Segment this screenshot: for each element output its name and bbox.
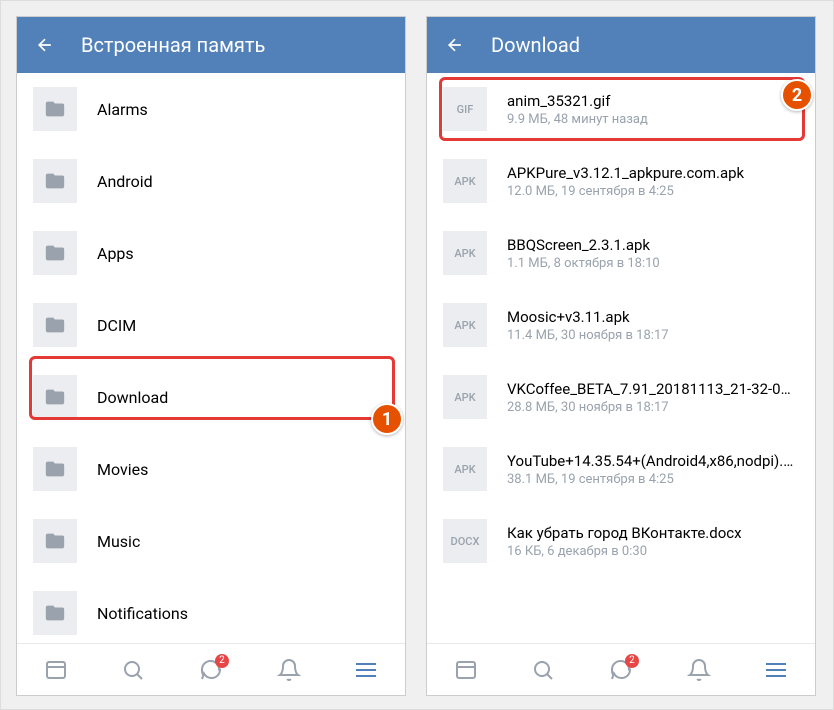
folder-name: Notifications: [97, 604, 188, 623]
file-info: APKPure_v3.12.1_apkpure.com.apk 12.0 МБ,…: [507, 164, 799, 199]
file-name: Moosic+v3.11.apk: [507, 308, 799, 326]
file-meta: 9.9 МБ, 48 минут назад: [507, 112, 799, 127]
file-info: VKCoffee_BETA_7.91_20181113_21-32-02.apk…: [507, 380, 799, 415]
file-row[interactable]: APK BBQScreen_2.3.1.apk 1.1 МБ, 8 октябр…: [427, 217, 815, 289]
folder-icon: [33, 519, 77, 563]
messages-badge: 2: [215, 654, 229, 668]
bottom-nav: 2: [427, 643, 815, 695]
folder-row[interactable]: Music: [17, 505, 405, 577]
annotation-step-2: 2: [781, 79, 813, 111]
file-name: YouTube+14.35.54+(Android4,x86,nodpi).ap…: [507, 452, 799, 470]
nav-search[interactable]: [119, 656, 147, 684]
file-meta: 38.1 МБ, 19 сентября в 4:25: [507, 472, 799, 487]
file-info: YouTube+14.35.54+(Android4,x86,nodpi).ap…: [507, 452, 799, 487]
folder-row[interactable]: Android: [17, 145, 405, 217]
folder-icon: [33, 375, 77, 419]
nav-menu[interactable]: [762, 656, 790, 684]
file-ext-icon: DOCX: [443, 519, 487, 563]
file-meta: 1.1 МБ, 8 октября в 18:10: [507, 256, 799, 271]
folder-icon: [33, 303, 77, 347]
file-meta: 12.0 МБ, 19 сентября в 4:25: [507, 184, 799, 199]
nav-messages[interactable]: 2: [607, 656, 635, 684]
file-row[interactable]: APK Moosic+v3.11.apk 11.4 МБ, 30 ноября …: [427, 289, 815, 361]
folder-list: Alarms Android Apps DCIM Download Movies…: [17, 73, 405, 643]
header-title: Download: [491, 33, 580, 57]
folder-row[interactable]: Apps: [17, 217, 405, 289]
file-ext-icon: APK: [443, 375, 487, 419]
file-name: Как убрать город ВКонтакте.docx: [507, 524, 799, 542]
folder-name: Movies: [97, 460, 148, 479]
file-name: APKPure_v3.12.1_apkpure.com.apk: [507, 164, 799, 182]
file-name: BBQScreen_2.3.1.apk: [507, 236, 799, 254]
file-info: anim_35321.gif 9.9 МБ, 48 минут назад: [507, 92, 799, 127]
nav-menu[interactable]: [352, 656, 380, 684]
phone-screen-left: Встроенная память Alarms Android Apps DC…: [16, 16, 406, 696]
folder-icon: [33, 591, 77, 635]
folder-name: Alarms: [97, 100, 148, 119]
header-title: Встроенная память: [81, 33, 265, 57]
folder-icon: [33, 87, 77, 131]
folder-icon: [33, 447, 77, 491]
file-info: Как убрать город ВКонтакте.docx 16 КБ, 6…: [507, 524, 799, 559]
folder-name: DCIM: [97, 316, 136, 335]
file-meta: 11.4 МБ, 30 ноября в 18:17: [507, 328, 799, 343]
folder-row[interactable]: Notifications: [17, 577, 405, 643]
folder-icon: [33, 159, 77, 203]
back-button[interactable]: [33, 33, 57, 57]
bottom-nav: 2: [17, 643, 405, 695]
nav-messages[interactable]: 2: [197, 656, 225, 684]
back-button[interactable]: [443, 33, 467, 57]
file-row[interactable]: DOCX Как убрать город ВКонтакте.docx 16 …: [427, 505, 815, 577]
file-info: Moosic+v3.11.apk 11.4 МБ, 30 ноября в 18…: [507, 308, 799, 343]
file-ext-icon: APK: [443, 159, 487, 203]
messages-badge: 2: [625, 654, 639, 668]
file-meta: 28.8 МБ, 30 ноября в 18:17: [507, 400, 799, 415]
nav-news[interactable]: [42, 656, 70, 684]
file-row[interactable]: GIF anim_35321.gif 9.9 МБ, 48 минут наза…: [427, 73, 815, 145]
file-list: GIF anim_35321.gif 9.9 МБ, 48 минут наза…: [427, 73, 815, 643]
menu-icon: [766, 663, 786, 677]
file-ext-icon: GIF: [443, 87, 487, 131]
file-meta: 16 КБ, 6 декабря в 0:30: [507, 544, 799, 559]
file-info: BBQScreen_2.3.1.apk 1.1 МБ, 8 октября в …: [507, 236, 799, 271]
file-name: anim_35321.gif: [507, 92, 799, 110]
nav-notifications[interactable]: [685, 656, 713, 684]
nav-notifications[interactable]: [275, 656, 303, 684]
file-row[interactable]: APK YouTube+14.35.54+(Android4,x86,nodpi…: [427, 433, 815, 505]
folder-name: Music: [97, 532, 140, 551]
file-row[interactable]: APK VKCoffee_BETA_7.91_20181113_21-32-02…: [427, 361, 815, 433]
menu-icon: [356, 663, 376, 677]
folder-icon: [33, 231, 77, 275]
folder-row[interactable]: Download: [17, 361, 405, 433]
file-row[interactable]: APK APKPure_v3.12.1_apkpure.com.apk 12.0…: [427, 145, 815, 217]
folder-row[interactable]: DCIM: [17, 289, 405, 361]
app-header: Download: [427, 17, 815, 73]
file-name: VKCoffee_BETA_7.91_20181113_21-32-02.apk: [507, 380, 799, 398]
file-ext-icon: APK: [443, 447, 487, 491]
phone-screen-right: Download GIF anim_35321.gif 9.9 МБ, 48 м…: [426, 16, 816, 696]
app-header: Встроенная память: [17, 17, 405, 73]
file-ext-icon: APK: [443, 231, 487, 275]
folder-name: Download: [97, 388, 168, 407]
folder-row[interactable]: Alarms: [17, 73, 405, 145]
folder-name: Apps: [97, 244, 134, 263]
file-ext-icon: APK: [443, 303, 487, 347]
folder-name: Android: [97, 172, 153, 191]
nav-search[interactable]: [529, 656, 557, 684]
folder-row[interactable]: Movies: [17, 433, 405, 505]
annotation-step-1: 1: [371, 403, 403, 435]
nav-news[interactable]: [452, 656, 480, 684]
